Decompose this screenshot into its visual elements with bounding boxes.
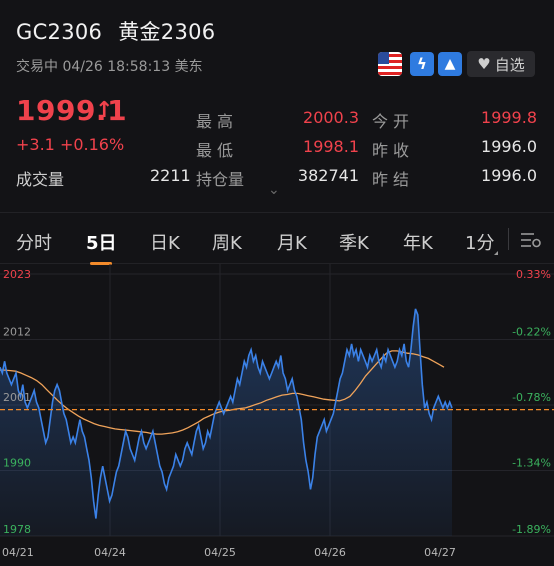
- tab-5day[interactable]: 5日: [86, 229, 117, 255]
- high-label: 最高: [196, 112, 239, 131]
- x-axis-label: 04/27: [424, 546, 456, 559]
- tab-daily-k[interactable]: 日K: [150, 229, 180, 255]
- tab-divider: [508, 228, 509, 250]
- price-area-fill: [0, 308, 452, 536]
- pct-axis-label: -0.22%: [512, 326, 551, 339]
- symbol: GC2306: [16, 20, 103, 44]
- settings-icon[interactable]: [520, 231, 542, 253]
- y-axis-label: 2023: [3, 268, 31, 281]
- bolt-icon[interactable]: ϟ: [410, 52, 434, 76]
- x-axis-label: 04/21: [2, 546, 34, 559]
- open-interest-value: 382741: [297, 166, 359, 185]
- dropdown-corner-icon: [494, 251, 498, 255]
- pct-axis-label: 0.33%: [516, 268, 551, 281]
- trading-status: 交易中 04/26 18:58:13 美东: [16, 59, 203, 75]
- prev-settle-value: 1996.0: [481, 166, 537, 185]
- tab-intraday[interactable]: 分时: [16, 229, 52, 255]
- us-flag-icon: [378, 52, 402, 76]
- tab-weekly-k[interactable]: 周K: [212, 229, 242, 255]
- prev-close-label: 昨收: [372, 141, 415, 160]
- up-arrow-icon: ↑: [95, 98, 114, 123]
- add-watchlist-button[interactable]: ♥ 自选: [467, 51, 535, 77]
- y-axis-label: 2001: [3, 391, 31, 404]
- price-chart[interactable]: 2023 0.33% 2012 -0.22% 2001 -0.78% 1990 -1.34% 1…: [0, 264, 554, 566]
- pct-axis-label: -1.34%: [512, 457, 551, 470]
- high-value: 2000.3: [303, 108, 359, 127]
- prev-settle-label: 昨结: [372, 170, 415, 189]
- y-axis-label: 2012: [3, 326, 31, 339]
- watch-label: 自选: [494, 55, 525, 74]
- open-label: 今开: [372, 112, 415, 131]
- y-axis-label: 1978: [3, 523, 31, 536]
- x-axis-label: 04/24: [94, 546, 126, 559]
- low-value: 1998.1: [303, 137, 359, 156]
- tab-yearly-k[interactable]: 年K: [403, 229, 433, 255]
- tab-monthly-k[interactable]: 月K: [277, 229, 307, 255]
- volume-label: 成交量: [16, 170, 65, 189]
- period-tabs: 分时 5日 日K 周K 月K 季K 年K 1分: [0, 212, 554, 264]
- instrument-name: 黄金2306: [118, 20, 216, 44]
- prev-close-value: 1996.0: [481, 137, 537, 156]
- mountain-icon[interactable]: ▲: [438, 52, 462, 76]
- open-value: 1999.8: [481, 108, 537, 127]
- tab-quarterly-k[interactable]: 季K: [339, 229, 369, 255]
- open-interest-label: 持仓量: [196, 170, 245, 189]
- chevron-down-icon[interactable]: ⌄: [268, 182, 280, 198]
- instrument-title: GC2306 黄金2306: [16, 16, 231, 46]
- heart-icon: ♥: [477, 55, 491, 73]
- low-label: 最低: [196, 141, 239, 160]
- price-change: +3.1 +0.16%: [16, 135, 125, 154]
- tab-1min[interactable]: 1分: [465, 229, 494, 255]
- x-axis-label: 04/26: [314, 546, 346, 559]
- pct-axis-label: -0.78%: [512, 391, 551, 404]
- pct-axis-label: -1.89%: [512, 523, 551, 536]
- x-axis-label: 04/25: [204, 546, 236, 559]
- y-axis-label: 1990: [3, 457, 31, 470]
- volume-value: 2211: [150, 166, 191, 185]
